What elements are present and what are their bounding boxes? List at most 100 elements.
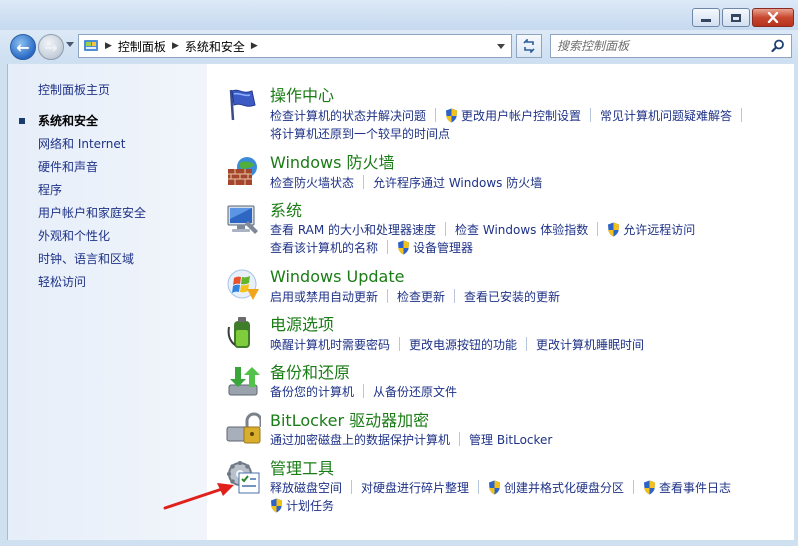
link-row: 检查防火墙状态 允许程序通过 Windows 防火墙 [270,173,542,191]
link-computer-name[interactable]: 查看该计算机的名称 [270,239,378,256]
link-auto-update[interactable]: 启用或禁用自动更新 [270,288,378,305]
close-button[interactable] [752,8,794,27]
sidebar-item-label: 硬件和声音 [38,160,99,174]
power-options-icon[interactable] [225,315,261,351]
link-row: 通过加密磁盘上的数据保护计算机 管理 BitLocker [270,430,552,448]
category-title[interactable]: 系统 [270,201,302,221]
link-allow-program[interactable]: 允许程序通过 Windows 防火墙 [373,174,542,191]
back-button[interactable]: ← [10,34,36,60]
link-power-button[interactable]: 更改电源按钮的功能 [409,336,517,353]
link-event-log[interactable]: 查看事件日志 [659,479,731,496]
uac-shield-icon [644,480,656,494]
link-divider [454,289,456,303]
link-uac-settings[interactable]: 更改用户帐户控制设置 [461,107,581,124]
link-task-scheduler[interactable]: 计划任务 [286,497,334,514]
sidebar-item-hardware-sound[interactable]: 硬件和声音 [38,159,146,182]
link-troubleshoot[interactable]: 常见计算机问题疑难解答 [600,107,732,124]
category-title[interactable]: Windows 防火墙 [270,153,395,173]
refresh-icon [523,39,535,53]
link-firewall-status[interactable]: 检查防火墙状态 [270,174,354,191]
sidebar-item-ease-of-access[interactable]: 轻松访问 [38,274,146,297]
link-row: 将计算机还原到一个较早的时间点 [270,124,450,142]
category-title[interactable]: BitLocker 驱动器加密 [270,411,429,431]
category-title[interactable]: 操作中心 [270,86,334,106]
address-bar[interactable]: ▶ 控制面板 ▶ 系统和安全 ▶ [78,34,512,58]
sidebar-item-user-accounts[interactable]: 用户帐户和家庭安全 [38,205,146,228]
sidebar-item-programs[interactable]: 程序 [38,182,146,205]
link-defragment[interactable]: 对硬盘进行碎片整理 [361,479,469,496]
link-divider [597,222,599,236]
current-page-bullet-icon [19,118,25,124]
link-remote-access[interactable]: 允许远程访问 [623,221,695,238]
control-panel-icon [84,40,98,51]
window-bottom-border [0,540,798,546]
breadcrumb-separator-icon[interactable]: ▶ [105,41,112,51]
link-check-status[interactable]: 检查计算机的状态并解决问题 [270,107,426,124]
link-experience-index[interactable]: 检查 Windows 体验指数 [455,221,588,238]
backup-restore-icon[interactable] [225,363,261,399]
link-divider [445,222,447,236]
link-encrypt-data[interactable]: 通过加密磁盘上的数据保护计算机 [270,431,450,448]
link-check-updates[interactable]: 检查更新 [397,288,445,305]
refresh-button[interactable] [516,34,542,58]
link-sleep-time[interactable]: 更改计算机睡眠时间 [536,336,644,353]
category-title[interactable]: 电源选项 [270,315,334,335]
sidebar-category-list: 系统和安全 网络和 Internet 硬件和声音 程序 用户帐户和家庭安全 外观… [19,113,146,297]
category-title[interactable]: 管理工具 [270,459,334,479]
category-title[interactable]: Windows Update [270,267,404,287]
sidebar-item-clock-language[interactable]: 时钟、语言和区域 [38,251,146,274]
minimize-button[interactable] [692,8,720,27]
link-divider [590,108,592,122]
link-view-ram[interactable]: 查看 RAM 的大小和处理器速度 [270,221,436,238]
action-center-flag-icon[interactable] [225,86,261,122]
navigation-bar: ← → ▶ 控制面板 ▶ 系统和安全 ▶ [0,30,798,62]
uac-shield-icon [398,240,410,254]
link-divider [478,480,480,494]
link-backup-computer[interactable]: 备份您的计算机 [270,383,354,400]
search-input[interactable] [557,35,767,57]
sidebar-item-network-internet[interactable]: 网络和 Internet [38,136,146,159]
forward-button[interactable]: → [38,34,64,60]
system-computer-icon[interactable] [225,201,261,237]
sidebar-item-label: 用户帐户和家庭安全 [38,206,147,220]
link-divider [526,337,528,351]
arrow-right-icon: → [44,37,58,57]
control-panel-home-link[interactable]: 控制面板主页 [38,81,110,98]
address-dropdown-icon[interactable] [497,44,505,49]
search-icon[interactable] [771,39,785,53]
link-divider [387,289,389,303]
link-divider [387,240,389,254]
link-system-restore[interactable]: 将计算机还原到一个较早的时间点 [270,125,450,142]
link-disk-cleanup[interactable]: 释放磁盘空间 [270,479,342,496]
link-device-manager[interactable]: 设备管理器 [413,239,473,256]
bitlocker-icon[interactable] [225,411,261,447]
link-create-partitions[interactable]: 创建并格式化硬盘分区 [504,479,624,496]
recent-pages-dropdown[interactable] [66,42,74,47]
link-wake-password[interactable]: 唤醒计算机时需要密码 [270,336,390,353]
link-row: 备份您的计算机 从备份还原文件 [270,382,457,400]
sidebar-item-system-security[interactable]: 系统和安全 [19,113,146,136]
sidebar-item-label: 轻松访问 [38,275,87,289]
link-row: 计划任务 [270,496,334,514]
breadcrumb-separator-icon[interactable]: ▶ [172,41,179,51]
breadcrumb-system-security[interactable]: 系统和安全 [185,38,245,55]
link-installed-updates[interactable]: 查看已安装的更新 [464,288,560,305]
link-divider [351,480,353,494]
category-title[interactable]: 备份和还原 [270,363,350,383]
breadcrumb-control-panel[interactable]: 控制面板 [118,38,166,55]
sidebar-item-appearance[interactable]: 外观和个性化 [38,228,146,251]
maximize-button[interactable] [722,8,750,27]
link-row: 唤醒计算机时需要密码 更改电源按钮的功能 更改计算机睡眠时间 [270,335,644,353]
link-restore-files[interactable]: 从备份还原文件 [373,383,457,400]
link-row: 查看 RAM 的大小和处理器速度 检查 Windows 体验指数 允许远程访问 [270,220,695,238]
windows-update-icon[interactable] [225,267,261,303]
link-divider [741,108,743,122]
link-divider [435,108,437,122]
breadcrumb-separator-icon[interactable]: ▶ [251,41,258,51]
uac-shield-icon [489,480,501,494]
close-icon [767,12,779,23]
link-divider [633,480,635,494]
link-manage-bitlocker[interactable]: 管理 BitLocker [469,431,552,448]
search-box[interactable] [550,34,792,58]
firewall-icon[interactable] [225,153,261,189]
